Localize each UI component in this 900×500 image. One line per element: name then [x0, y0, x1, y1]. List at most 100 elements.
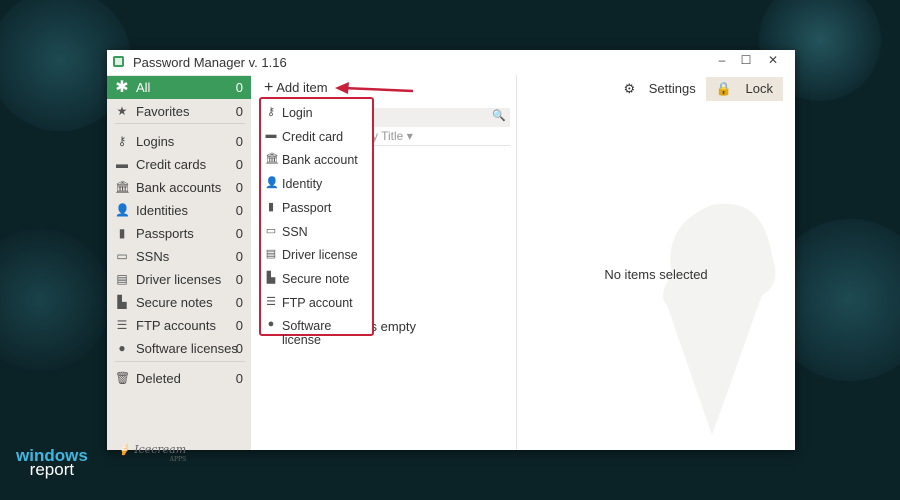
asterisk-icon: ✱ — [115, 79, 129, 96]
menu-item-label: FTP account — [282, 295, 353, 310]
divider — [115, 361, 245, 362]
menu-item-credit-card[interactable]: ▬ Credit card — [261, 125, 372, 148]
sidebar-item-deleted[interactable]: 🗑 Deleted 0 — [107, 367, 251, 390]
sidebar-item-passports[interactable]: ▮ Passports 0 — [107, 222, 251, 245]
menu-item-label: Secure note — [282, 271, 350, 286]
divider — [360, 145, 510, 146]
menu-item-ftp-account[interactable]: ☰ FTP account — [261, 291, 372, 314]
menu-item-label: Credit card — [282, 129, 344, 144]
sidebar-item-secure-notes[interactable]: ▙ Secure notes 0 — [107, 291, 251, 314]
menu-item-secure-note[interactable]: ▙ Secure note — [261, 267, 372, 290]
watermark-line2: report — [29, 460, 75, 479]
menu-item-identity[interactable]: 👤 Identity — [261, 172, 372, 195]
sidebar-item-label: Software licenses — [136, 341, 238, 356]
sidebar-item-label: FTP accounts — [136, 318, 216, 333]
star-icon: ★ — [116, 104, 128, 118]
logo-subtext: APPS — [169, 456, 187, 463]
title-bar: Password Manager v. 1.16 – ☐ ✕ — [107, 50, 795, 75]
disc-icon: ● — [118, 341, 126, 355]
plus-icon: + — [264, 79, 274, 96]
icecream-watermark-icon — [663, 203, 776, 435]
sidebar-item-label: Identities — [136, 203, 189, 218]
no-items-message: No items selected — [604, 267, 708, 282]
close-button[interactable]: ✕ — [762, 53, 784, 67]
sidebar-item-count: 0 — [235, 104, 243, 119]
sidebar-item-all[interactable]: ✱ All 0 — [107, 76, 251, 99]
add-item-menu: ⚷ Login ▬ Credit card 🏛 Bank account 👤 Identity… — [259, 97, 374, 347]
menu-item-driver-license[interactable]: ▤ Driver license — [261, 243, 372, 266]
sidebar-item-software-licenses[interactable]: ● Software licenses 0 — [107, 337, 251, 360]
key-icon: ⚷ — [117, 134, 127, 148]
disc-icon: ● — [267, 318, 275, 331]
sidebar-item-count: 0 — [235, 203, 243, 218]
menu-item-label: Login — [282, 106, 313, 120]
menu-item-label: Passport — [282, 200, 332, 215]
menu-item-login[interactable]: ⚷ Login — [261, 101, 372, 124]
person-icon: 👤 — [115, 203, 130, 217]
settings-label: Settings — [648, 81, 696, 96]
sidebar-item-label: Logins — [136, 134, 175, 149]
menu-item-ssn[interactable]: ▭ SSN — [261, 220, 372, 243]
sidebar-item-count: 0 — [235, 226, 243, 241]
logo-text: Icecream — [134, 443, 187, 456]
sidebar-item-ssns[interactable]: ▭ SSNs 0 — [107, 245, 251, 268]
menu-item-label: Identity — [282, 177, 323, 192]
gear-icon: ⚙ — [623, 81, 636, 96]
add-item-button[interactable]: + Add item — [264, 79, 328, 97]
minimize-button[interactable]: – — [711, 53, 733, 67]
sidebar-item-count: 0 — [235, 371, 243, 386]
sidebar-item-label: Favorites — [136, 104, 190, 119]
note-icon: ▙ — [117, 295, 127, 309]
menu-item-label: SSN — [282, 224, 308, 239]
sidebar-item-favorites[interactable]: ★ Favorites 0 — [107, 100, 251, 123]
sidebar-item-count: 0 — [235, 272, 243, 287]
sidebar-item-identities[interactable]: 👤 Identities 0 — [107, 199, 251, 222]
sidebar-item-credit-cards[interactable]: ▬ Credit cards 0 — [107, 153, 251, 176]
lock-icon: 🔒 — [715, 81, 732, 96]
id-card-icon: ▤ — [265, 248, 277, 261]
add-item-label: Add item — [276, 80, 328, 95]
key-icon: ⚷ — [266, 106, 276, 118]
settings-button[interactable]: ⚙ Settings — [613, 77, 705, 101]
menu-item-software-license[interactable]: ● Software license — [261, 314, 372, 347]
sidebar-item-count: 0 — [235, 249, 243, 264]
sidebar-item-label: Passports — [136, 226, 194, 241]
menu-item-label: Driver license — [282, 248, 358, 263]
database-icon: ☰ — [116, 318, 128, 332]
app-window: Password Manager v. 1.16 – ☐ ✕ 🍦 Icecrea… — [107, 50, 795, 463]
sidebar-item-count: 0 — [235, 180, 243, 195]
lock-button[interactable]: 🔒 Lock — [705, 77, 783, 101]
annotation-arrow — [335, 82, 414, 94]
menu-item-bank-account[interactable]: 🏛 Bank account — [261, 148, 372, 171]
database-icon: ☰ — [266, 295, 276, 308]
trash-icon: 🗑 — [115, 371, 131, 385]
menu-item-passport[interactable]: ▮ Passport — [261, 196, 372, 219]
lock-label: Lock — [745, 81, 773, 96]
maximize-button[interactable]: ☐ — [735, 53, 757, 67]
ssn-icon: ▭ — [265, 224, 277, 237]
ssn-icon: ▭ — [116, 249, 128, 263]
sidebar: 🍦 Icecream APPS ✱ All 0 ★ Favorites 0 ⚷ Logins 0 ▬… — [107, 75, 251, 463]
sidebar-item-logins[interactable]: ⚷ Logins 0 — [107, 130, 251, 153]
credit-card-icon: ▬ — [116, 157, 128, 171]
sidebar-item-label: Deleted — [136, 371, 181, 386]
menu-item-label: Bank account — [282, 153, 358, 168]
sidebar-item-label: Credit cards — [136, 157, 207, 172]
sidebar-item-driver-licenses[interactable]: ▤ Driver licenses 0 — [107, 268, 251, 291]
window-title: Password Manager v. 1.16 — [133, 55, 287, 70]
passport-icon: ▮ — [267, 200, 275, 213]
sidebar-item-count: 0 — [235, 134, 243, 149]
app-icon — [113, 56, 124, 67]
bank-icon: 🏛 — [115, 180, 131, 194]
sidebar-item-bank-accounts[interactable]: 🏛 Bank accounts 0 — [107, 176, 251, 199]
bank-icon: 🏛 — [265, 153, 279, 166]
sidebar-item-count: 0 — [235, 318, 243, 333]
sidebar-item-ftp-accounts[interactable]: ☰ FTP accounts 0 — [107, 314, 251, 337]
icecream-apps-logo: 🍦 Icecream APPS — [117, 443, 187, 463]
passport-icon: ▮ — [118, 226, 126, 240]
sidebar-item-count: 0 — [235, 80, 243, 95]
divider — [115, 123, 245, 124]
person-icon: 👤 — [265, 177, 279, 190]
note-icon: ▙ — [266, 271, 276, 284]
search-input[interactable]: 🔍 — [360, 108, 510, 127]
